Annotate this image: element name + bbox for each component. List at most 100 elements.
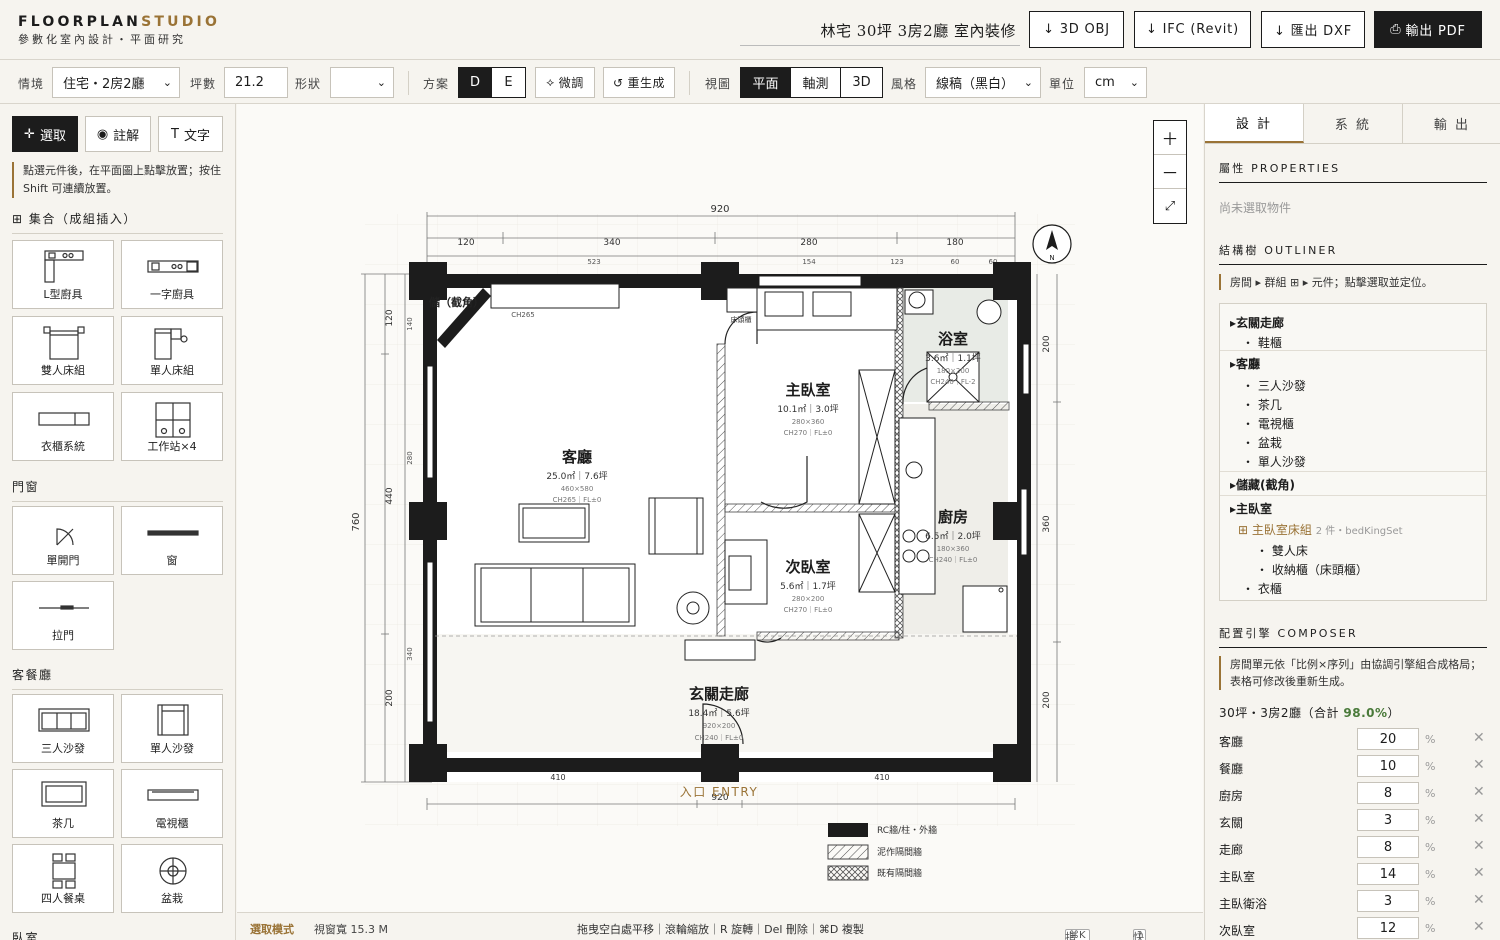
scenario-select[interactable]: 住宅・2房2廳 ⌄	[52, 67, 180, 98]
library-item-single-bed-set[interactable]: 單人床組	[121, 316, 223, 385]
remove-icon[interactable]: ✕	[1473, 757, 1485, 773]
text-tool-button[interactable]: T 文字	[158, 116, 223, 152]
ratio-input[interactable]: 14	[1357, 863, 1419, 885]
shape-select[interactable]: ⌄	[330, 67, 394, 98]
chevron-down-icon: ⌄	[376, 76, 386, 89]
project-title-input[interactable]: 林宅 30坪 3房2廳 室內裝修	[740, 12, 1020, 46]
library-item-dining-table[interactable]: 四人餐桌	[12, 844, 114, 913]
tree-item[interactable]: ・ 三人沙發	[1242, 377, 1486, 394]
ratio-input[interactable]: 8	[1357, 836, 1419, 858]
dim-left-seg: 200	[385, 689, 395, 706]
room-label-master[interactable]: 主臥室 10.1㎡｜3.0坪 280×360 CH270｜FL±0	[777, 381, 838, 437]
tab-system[interactable]: 系 統	[1304, 104, 1403, 143]
dim-left-inner: 140	[406, 317, 414, 330]
tree-item[interactable]: ・ 茶几	[1242, 396, 1486, 413]
legend: RC牆/柱・外牆 泥作隔間牆 既有隔間牆	[827, 823, 937, 881]
ratio-input[interactable]: 3	[1357, 809, 1419, 831]
library-item-window[interactable]: 窗	[121, 506, 223, 575]
scenario-label: 情境	[18, 77, 45, 91]
room-area: 18.4㎡｜5.6坪	[688, 708, 749, 719]
room-size: 920×200	[703, 722, 736, 730]
remove-icon[interactable]: ✕	[1473, 865, 1485, 881]
tree-item[interactable]: ・ 收納櫃（床頭櫃）	[1256, 561, 1486, 578]
library-item-wardrobe-system[interactable]: 衣櫃系統	[12, 392, 114, 461]
library-item-single-door[interactable]: 單開門	[12, 506, 114, 575]
scheme-option-e[interactable]: E	[492, 68, 525, 97]
remove-icon[interactable]: ✕	[1473, 784, 1485, 800]
tree-item[interactable]: ・ 電視櫃	[1242, 415, 1486, 432]
library-item-double-bed-set[interactable]: 雙人床組	[12, 316, 114, 385]
remove-icon[interactable]: ✕	[1473, 892, 1485, 908]
unit-select[interactable]: cm ⌄	[1084, 67, 1147, 98]
select-tool-button[interactable]: ✛ 選取	[12, 116, 78, 152]
status-bar: 選取模式 視窗寬 15.3 M 拖曳空白處平移｜滾輪縮放｜R 旋轉｜Del 刪除…	[237, 912, 1203, 940]
export-pdf-button[interactable]: ⎙ 輸出 PDF	[1374, 11, 1482, 48]
remove-icon[interactable]: ✕	[1473, 919, 1485, 935]
library-item-label: 工作站×4	[147, 440, 197, 453]
tree-group-living[interactable]: ▸客廳	[1220, 350, 1486, 372]
library-item-sliding-door[interactable]: 拉門	[12, 581, 114, 650]
brand-subtitle: 參數化室內設計・平面研究	[18, 33, 186, 46]
library-item-coffee-table[interactable]: 茶几	[12, 769, 114, 838]
library-item-armchair[interactable]: 單人沙發	[121, 694, 223, 763]
brand-logo[interactable]: FLOORPLANSTUDIO 參數化室內設計・平面研究	[18, 14, 220, 47]
ratio-input[interactable]: 3	[1357, 890, 1419, 912]
dim-left-seg: 120	[385, 309, 395, 326]
library-item-plant[interactable]: 盆栽	[121, 844, 223, 913]
ratio-input[interactable]: 8	[1357, 782, 1419, 804]
tree-group-entry[interactable]: ▸玄關走廊	[1230, 310, 1486, 331]
tree-subgroup-bedset[interactable]: ⊞ 主臥室床組 2 件・bedKingSet	[1238, 521, 1486, 538]
view-option-axonometric[interactable]: 軸測	[791, 68, 841, 97]
view-option-plan[interactable]: 平面	[741, 68, 791, 97]
library-item-l-kitchen[interactable]: L型廚具	[12, 240, 114, 309]
tree-item[interactable]: ・ 鞋櫃	[1242, 334, 1486, 351]
view-option-3d[interactable]: 3D	[841, 68, 882, 97]
tweak-button[interactable]: ⟡ 微調	[535, 67, 595, 98]
remove-icon[interactable]: ✕	[1473, 730, 1485, 746]
tab-design[interactable]: 設 計	[1205, 104, 1304, 143]
library-item-workstations[interactable]: 工作站×4	[121, 392, 223, 461]
remove-icon[interactable]: ✕	[1473, 811, 1485, 827]
ratio-input[interactable]: 12	[1357, 917, 1419, 939]
library-item-label: 一字廚具	[150, 288, 194, 301]
zoom-in-button[interactable]: ＋	[1154, 121, 1186, 155]
scheme-option-d[interactable]: D	[459, 68, 492, 97]
floorplan-canvas[interactable]: 920 120 340 280 180 523 154 123 60 60 76…	[237, 104, 1203, 912]
tree-item[interactable]: ・ 雙人床	[1256, 542, 1486, 559]
ratio-input[interactable]: 20	[1357, 728, 1419, 750]
library-item-tv-cabinet[interactable]: 電視櫃	[121, 769, 223, 838]
remove-icon[interactable]: ✕	[1473, 838, 1485, 854]
fit-view-button[interactable]: ⤢	[1154, 189, 1186, 223]
brand-name-a: FLOORPLAN	[18, 14, 142, 30]
percent-sign: %	[1425, 841, 1436, 854]
zoom-out-button[interactable]: －	[1154, 155, 1186, 189]
dim-left-seg: 440	[385, 487, 395, 504]
room-label-entry[interactable]: 玄關走廊 18.4㎡｜5.6坪 920×200 CH240｜FL±0	[688, 685, 749, 742]
room-ceiling: CH265｜FL±0	[553, 496, 602, 504]
annotate-tool-button[interactable]: ◉ 註解	[85, 116, 151, 152]
tab-output[interactable]: 輸 出	[1403, 104, 1500, 143]
library-item-straight-kitchen[interactable]: 一字廚具	[121, 240, 223, 309]
library-item-label: 四人餐桌	[41, 892, 85, 905]
ratio-input[interactable]: 10	[1357, 755, 1419, 777]
tree-group-storage[interactable]: ▸儲藏(截角)	[1220, 471, 1486, 493]
area-input[interactable]: 21.2	[224, 67, 288, 98]
tree-item[interactable]: ・ 衣櫃	[1242, 580, 1486, 597]
chevron-down-icon: ⌄	[1023, 76, 1033, 89]
export-ifc-button[interactable]: ↓ IFC (Revit)	[1134, 11, 1251, 48]
regenerate-button[interactable]: ↺ 重生成	[603, 67, 675, 98]
library-item-label: 單人床組	[150, 364, 194, 377]
dim-top-inner: 60	[951, 258, 960, 266]
view-toggle: 平面 軸測 3D	[740, 67, 883, 98]
tree-group-master[interactable]: ▸主臥室	[1220, 495, 1486, 517]
style-select[interactable]: 線稿（黑白） ⌄	[925, 67, 1041, 98]
export-dxf-button[interactable]: ↓ 匯出 DXF	[1261, 11, 1365, 48]
tree-group-label: 客廳	[1236, 357, 1261, 371]
library-item-three-seat-sofa[interactable]: 三人沙發	[12, 694, 114, 763]
tree-item[interactable]: ・ 盆栽	[1242, 434, 1486, 451]
tree-item-label: 電視櫃	[1257, 417, 1294, 431]
tree-item[interactable]: ・ 單人沙發	[1242, 453, 1486, 470]
room-label-second[interactable]: 次臥室 5.6㎡｜1.7坪 280×200 CH270｜FL±0	[780, 558, 836, 614]
library-item-label: L型廚具	[43, 288, 83, 301]
export-3d-obj-button[interactable]: ↓ 3D OBJ	[1029, 11, 1124, 48]
